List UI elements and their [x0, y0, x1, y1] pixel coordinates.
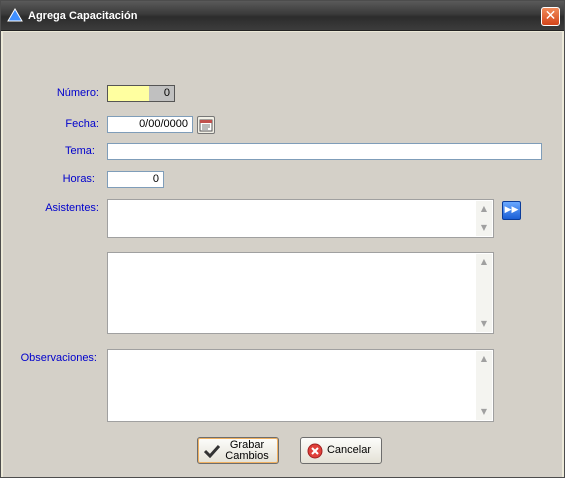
scroll-down-icon[interactable]: ▼: [476, 220, 492, 236]
asistentes-label: Asistentes:: [45, 202, 99, 214]
save-button[interactable]: Grabar Cambios: [197, 437, 279, 464]
assistants-list-scrollbar[interactable]: ▲ ▼: [476, 254, 492, 332]
fecha-field[interactable]: 0/00/0000: [107, 116, 193, 133]
assistants-list[interactable]: ▲ ▼: [107, 252, 494, 334]
scroll-up-icon[interactable]: ▲: [476, 351, 492, 367]
numero-field[interactable]: 0: [107, 85, 175, 102]
asistentes-textarea[interactable]: ▲ ▼: [107, 199, 494, 238]
observaciones-label: Observaciones:: [20, 352, 97, 364]
save-label-line2: Cambios: [225, 450, 269, 462]
observaciones-textarea[interactable]: ▲ ▼: [107, 349, 494, 422]
window-title: Agrega Capacitación: [28, 10, 138, 22]
horas-field[interactable]: 0: [107, 171, 164, 188]
tema-label: Tema:: [65, 145, 95, 157]
asistentes-scrollbar[interactable]: ▲ ▼: [476, 201, 492, 236]
scroll-up-icon[interactable]: ▲: [476, 254, 492, 270]
save-button-label: Grabar Cambios: [222, 440, 272, 462]
observaciones-scrollbar[interactable]: ▲ ▼: [476, 351, 492, 420]
tema-field[interactable]: [107, 143, 542, 160]
triangle-icon: [7, 8, 23, 22]
title-bar[interactable]: Agrega Capacitación ✕: [1, 1, 564, 31]
calendar-button[interactable]: [197, 116, 215, 134]
fast-forward-icon: ▶▶: [504, 205, 519, 215]
close-button[interactable]: ✕: [541, 7, 560, 26]
cancel-button[interactable]: Cancelar: [300, 437, 382, 464]
add-assistants-button[interactable]: ▶▶: [502, 201, 521, 220]
dialog-window: Agrega Capacitación ✕ Número: 0 Fecha: 0…: [0, 0, 565, 478]
fecha-label: Fecha:: [65, 118, 99, 130]
horas-label: Horas:: [62, 173, 95, 185]
scroll-up-icon[interactable]: ▲: [476, 201, 492, 217]
cancel-button-label: Cancelar: [326, 444, 372, 456]
checkmark-icon: [204, 444, 220, 458]
numero-label: Número:: [56, 87, 99, 99]
calendar-icon: [199, 119, 213, 132]
cancel-icon: [307, 443, 323, 459]
scroll-down-icon[interactable]: ▼: [476, 404, 492, 420]
scroll-down-icon[interactable]: ▼: [476, 316, 492, 332]
